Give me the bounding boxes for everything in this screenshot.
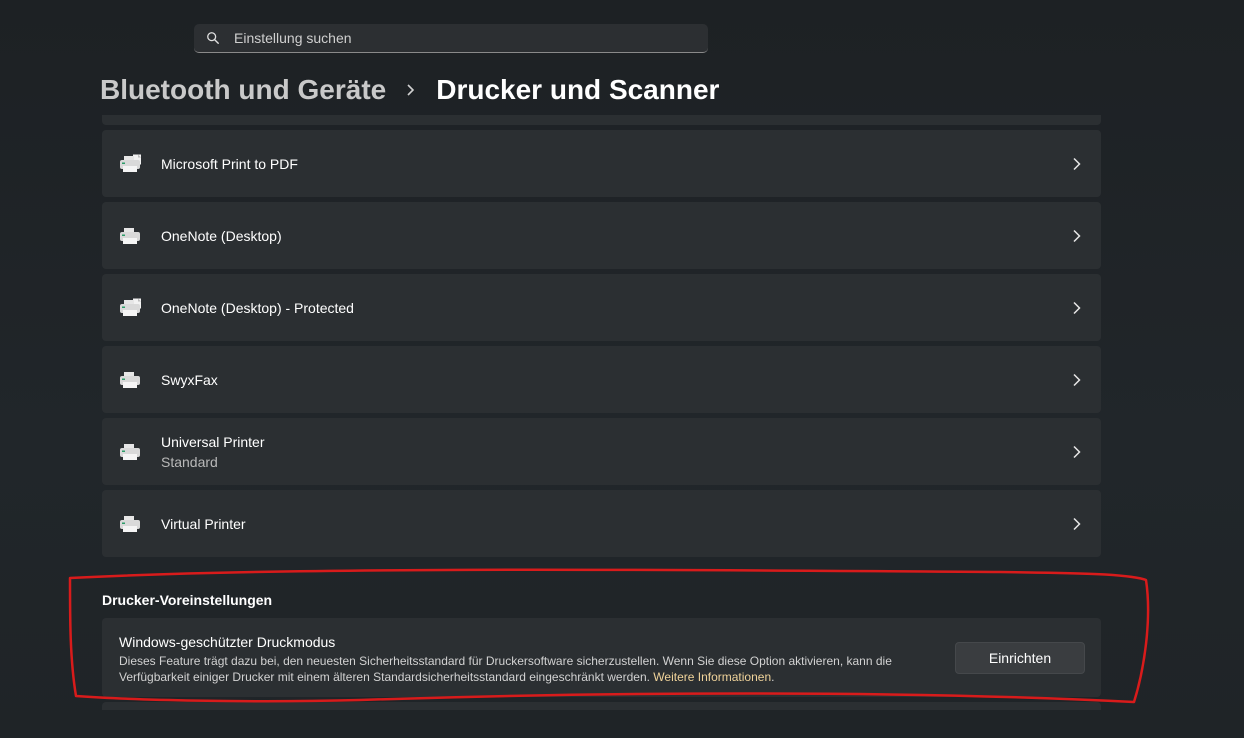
printer-item[interactable]: OneNote (Desktop) - Protected bbox=[102, 274, 1101, 341]
printer-document-icon bbox=[120, 154, 141, 172]
printer-name: OneNote (Desktop) - Protected bbox=[161, 299, 354, 316]
search-input[interactable] bbox=[234, 30, 674, 46]
search-box[interactable] bbox=[194, 24, 708, 53]
printer-texts: OneNote (Desktop) - Protected bbox=[161, 300, 354, 316]
more-info-link[interactable]: Weitere Informationen bbox=[653, 670, 771, 684]
printer-texts: SwyxFax bbox=[161, 372, 218, 388]
printer-name: OneNote (Desktop) bbox=[161, 227, 282, 244]
chevron-right-icon bbox=[1073, 445, 1081, 458]
printer-texts: Universal Printer Standard bbox=[161, 434, 264, 470]
printer-item[interactable]: Virtual Printer bbox=[102, 490, 1101, 557]
protected-print-mode-description: Dieses Feature trägt dazu bei, den neues… bbox=[119, 654, 892, 684]
breadcrumb-parent[interactable]: Bluetooth und Geräte bbox=[100, 74, 386, 106]
list-item-clipped bbox=[102, 115, 1101, 125]
settings-page: Bluetooth und Geräte Drucker und Scanner… bbox=[0, 0, 1244, 738]
chevron-right-icon bbox=[1073, 157, 1081, 170]
chevron-right-icon bbox=[1073, 517, 1081, 530]
breadcrumb: Bluetooth und Geräte Drucker und Scanner bbox=[100, 70, 719, 110]
printer-name: Universal Printer bbox=[161, 433, 265, 450]
protected-print-mode-title: Windows-geschützter Druckmodus bbox=[119, 634, 336, 650]
list-item-clipped bbox=[102, 702, 1101, 710]
printer-document-icon bbox=[120, 298, 141, 316]
search-icon bbox=[207, 32, 219, 44]
printer-icon bbox=[120, 227, 140, 244]
printer-item[interactable]: Universal Printer Standard bbox=[102, 418, 1101, 485]
printer-texts: Microsoft Print to PDF bbox=[161, 156, 298, 172]
printer-name: Virtual Printer bbox=[161, 515, 246, 532]
printer-texts: OneNote (Desktop) bbox=[161, 228, 282, 244]
printer-name: SwyxFax bbox=[161, 371, 218, 388]
printer-status: Standard bbox=[161, 453, 218, 470]
printer-icon bbox=[120, 371, 140, 388]
setup-button[interactable]: Einrichten bbox=[955, 642, 1085, 674]
protected-print-mode-card: Windows-geschützter Druckmodus Dieses Fe… bbox=[102, 618, 1101, 697]
page-title: Drucker und Scanner bbox=[436, 74, 720, 105]
section-title: Drucker-Voreinstellungen bbox=[102, 592, 273, 608]
printer-item[interactable]: OneNote (Desktop) bbox=[102, 202, 1101, 269]
chevron-right-icon bbox=[407, 84, 415, 96]
printer-name: Microsoft Print to PDF bbox=[161, 155, 298, 172]
printer-icon bbox=[120, 443, 140, 460]
printer-texts: Virtual Printer bbox=[161, 516, 246, 532]
chevron-right-icon bbox=[1073, 301, 1081, 314]
printer-item[interactable]: SwyxFax bbox=[102, 346, 1101, 413]
printer-icon bbox=[120, 515, 140, 532]
printer-item[interactable]: Microsoft Print to PDF bbox=[102, 130, 1101, 197]
chevron-right-icon bbox=[1073, 373, 1081, 386]
chevron-right-icon bbox=[1073, 229, 1081, 242]
